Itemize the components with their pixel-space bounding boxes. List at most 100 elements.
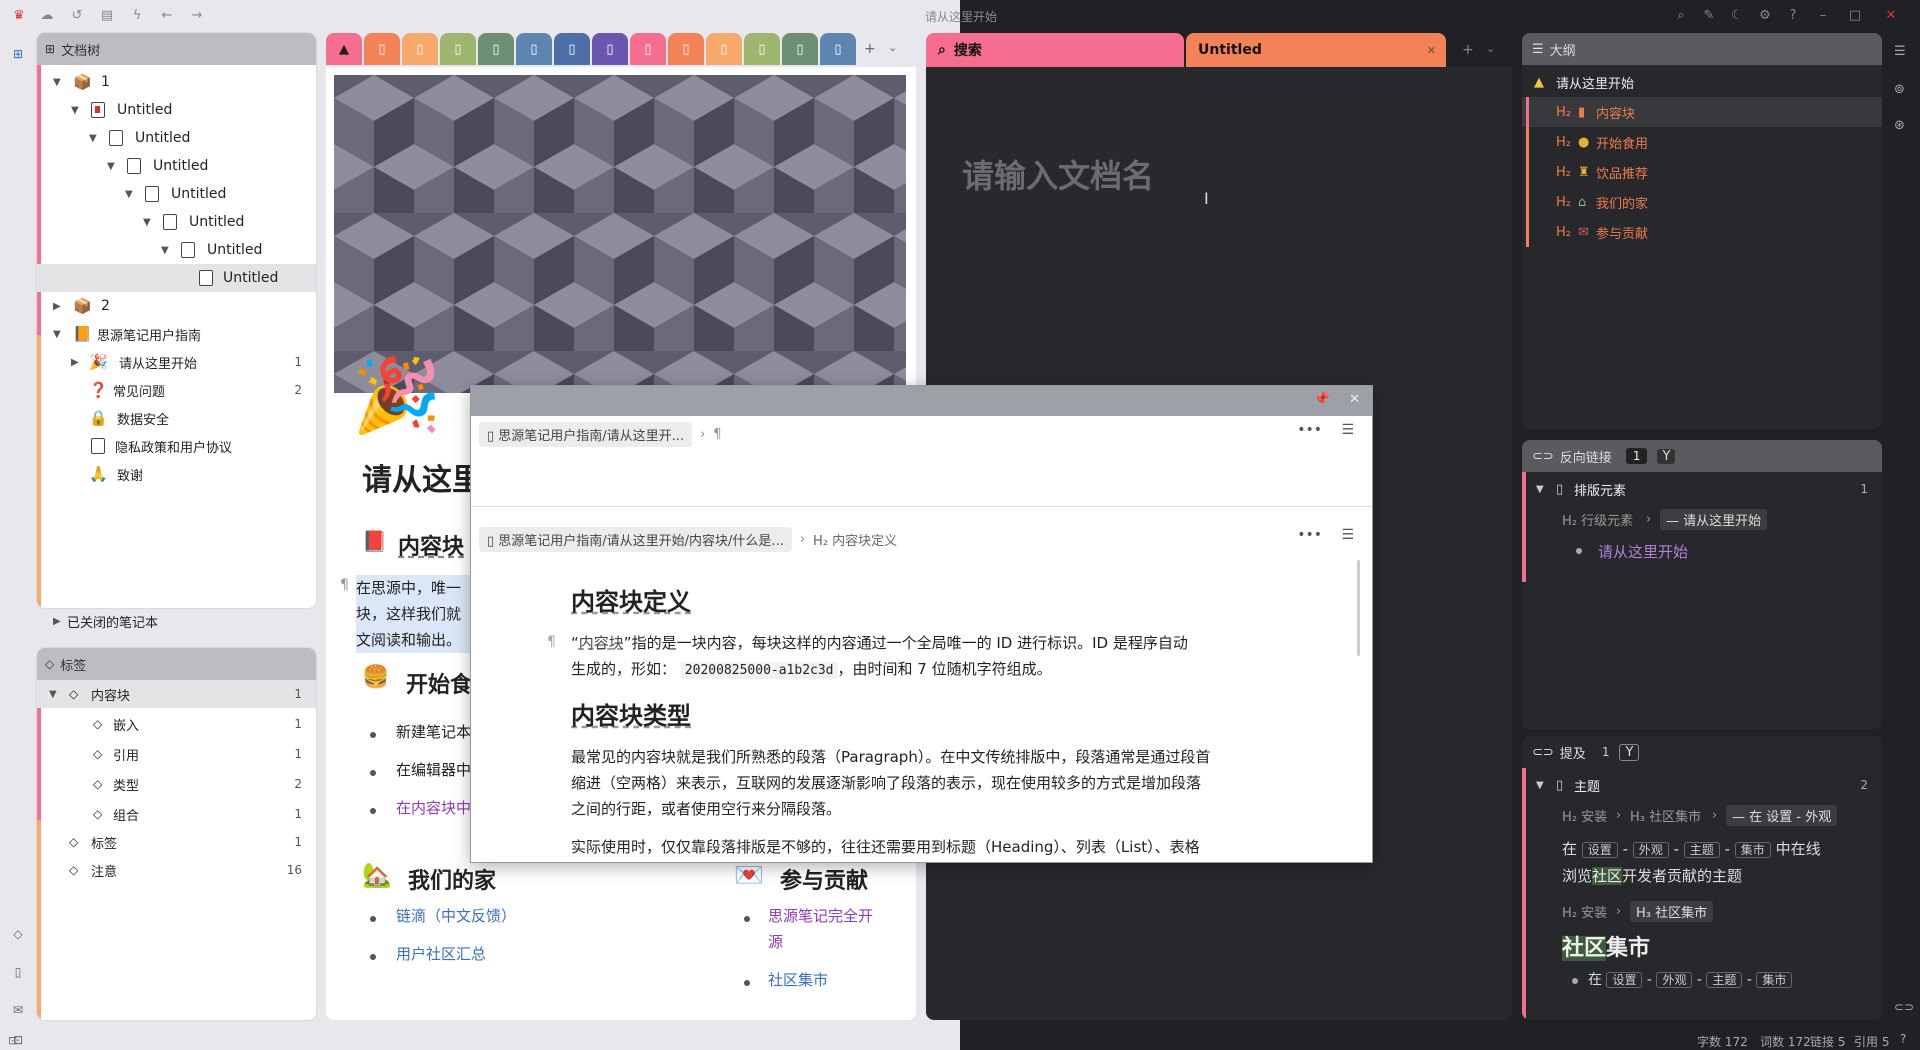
- selected-paragraph[interactable]: 在思源中，唯一 块，这样我们就 文阅读和输出。: [356, 575, 476, 653]
- paragraph-mark-icon[interactable]: ¶: [547, 634, 556, 650]
- tree-row[interactable]: ▼ Untitled: [37, 124, 316, 152]
- crown-icon[interactable]: ♛: [8, 4, 30, 26]
- chevron-down-icon[interactable]: ▼: [125, 189, 133, 200]
- tree-row[interactable]: ▼ Untitled: [37, 180, 316, 208]
- outline-item[interactable]: H₂ ▮ 内容块: [1522, 97, 1882, 127]
- outline-item[interactable]: H₂ ♜ 饮品推荐: [1522, 157, 1882, 187]
- forward-icon[interactable]: →: [186, 4, 208, 26]
- tree-row[interactable]: ▼ 📦 1: [37, 68, 316, 96]
- tree-row-selected[interactable]: Untitled: [37, 264, 316, 292]
- help-icon[interactable]: ?: [1900, 1032, 1906, 1046]
- tree-row[interactable]: ▼ Untitled: [37, 152, 316, 180]
- outline-item[interactable]: H₂ ✉ 参与贡献: [1522, 217, 1882, 247]
- tag-row[interactable]: ▼ ◇ 内容块 1: [37, 680, 316, 708]
- tag-row[interactable]: ◇ 引用 1: [37, 740, 316, 768]
- filetree-dock-icon[interactable]: ⊞: [8, 44, 28, 64]
- maximize-icon[interactable]: □: [1844, 4, 1866, 26]
- tree-row[interactable]: ▼ Untitled: [37, 236, 316, 264]
- tab-document[interactable]: ▯: [630, 33, 666, 65]
- breadcrumb-item[interactable]: ▯ 思源笔记用户指南/请从这里开...: [479, 422, 693, 447]
- contrib-link[interactable]: 社区集市: [768, 967, 828, 993]
- tag-row[interactable]: ◇ 标签 1: [37, 828, 316, 856]
- tab-party[interactable]: ▲: [326, 33, 362, 65]
- filter-icon[interactable]: Y: [1657, 448, 1676, 464]
- tree-row[interactable]: 🙏 致谢: [37, 460, 316, 488]
- minimize-icon[interactable]: –: [1812, 4, 1834, 26]
- backlink-path[interactable]: H₂ 行级元素 › — 请从这里开始: [1522, 504, 1882, 534]
- edit-icon[interactable]: ✎: [1698, 4, 1720, 26]
- bookmark-dock-icon[interactable]: ▯: [8, 962, 28, 982]
- close-icon[interactable]: ✕: [1427, 44, 1436, 57]
- contrib-link[interactable]: 源: [768, 929, 783, 955]
- chevron-down-icon[interactable]: ▼: [161, 245, 169, 256]
- tab-document[interactable]: ▯: [706, 33, 742, 65]
- home-link[interactable]: 用户社区汇总: [396, 941, 486, 967]
- backlink-group[interactable]: ▼ ▯ 排版元素 1: [1522, 474, 1882, 504]
- backlink-item[interactable]: 请从这里开始: [1522, 536, 1882, 566]
- chevron-down-icon[interactable]: ⌄: [888, 41, 897, 54]
- inbox-icon[interactable]: ▤: [96, 4, 118, 26]
- backlink-ref[interactable]: 请从这里开始: [1598, 541, 1688, 562]
- search-icon[interactable]: ⌕: [1670, 4, 1692, 26]
- mention-heading[interactable]: 社区集市: [1562, 930, 1650, 962]
- tree-row[interactable]: 🔒 数据安全: [37, 404, 316, 432]
- chevron-down-icon[interactable]: ▼: [1536, 780, 1544, 791]
- tree-row[interactable]: ❓ 常见问题 2: [37, 376, 316, 404]
- chevron-down-icon[interactable]: ▼: [107, 161, 115, 172]
- tab-document[interactable]: ▯: [478, 33, 514, 65]
- chevron-right-icon[interactable]: ▶: [53, 616, 61, 627]
- global-graph-dock-icon[interactable]: ⊛: [1894, 118, 1905, 133]
- breadcrumb-label[interactable]: H₂ 内容块定义: [813, 530, 897, 549]
- chevron-down-icon[interactable]: ▼: [53, 77, 61, 88]
- tree-row[interactable]: ▼ Untitled: [37, 96, 316, 124]
- tree-row[interactable]: ▼ 📙 思源笔记用户指南: [37, 320, 316, 348]
- chevron-down-icon[interactable]: ▼: [143, 217, 151, 228]
- title-placeholder[interactable]: 请输入文档名: [962, 151, 1154, 197]
- mention-bullet-text[interactable]: 在 设置 - 外观 - 主题 - 集市: [1588, 968, 1793, 992]
- tab-document[interactable]: ▯: [592, 33, 628, 65]
- tab-untitled[interactable]: Untitled ✕: [1186, 33, 1446, 67]
- home-link[interactable]: 链滴（中文反馈）: [396, 903, 516, 929]
- history-icon[interactable]: ↺: [66, 4, 88, 26]
- back-icon[interactable]: ←: [156, 4, 178, 26]
- chevron-down-icon[interactable]: ▼: [89, 133, 97, 144]
- tag-row[interactable]: ◇ 嵌入 1: [37, 710, 316, 738]
- chevron-down-icon[interactable]: ▼: [53, 329, 61, 340]
- tab-document[interactable]: ▯: [402, 33, 438, 65]
- chevron-right-icon[interactable]: ▶: [71, 357, 79, 368]
- mention-group[interactable]: ▼ ▯ 主题 2: [1522, 770, 1882, 800]
- add-tab-icon[interactable]: +: [864, 41, 876, 57]
- tab-document[interactable]: ▯: [744, 33, 780, 65]
- close-icon[interactable]: ✕: [1349, 392, 1360, 407]
- mention-path[interactable]: H₂ 安装 › H₃ 社区集市 › — 在 设置 - 外观: [1522, 800, 1882, 830]
- gear-icon[interactable]: ⚙: [1754, 4, 1776, 26]
- tab-document[interactable]: ▯: [554, 33, 590, 65]
- outline-dock-icon[interactable]: ☰: [1894, 44, 1906, 59]
- tab-document[interactable]: ▯: [782, 33, 818, 65]
- outline-item[interactable]: H₂ ● 开始食用: [1522, 127, 1882, 157]
- inbox-dock-icon[interactable]: ✉: [8, 1000, 28, 1020]
- moon-icon[interactable]: ☾: [1726, 4, 1748, 26]
- closed-notebooks[interactable]: ▶ 已关闭的笔记本: [37, 607, 316, 635]
- mention-text[interactable]: 在 设置 - 外观 - 主题 - 集市 中在线 浏览社区开发者贡献的主题: [1562, 836, 1868, 889]
- tree-row[interactable]: ▶ 📦 2: [37, 292, 316, 320]
- tag-row[interactable]: ◇ 注意 16: [37, 856, 316, 884]
- chevron-down-icon[interactable]: ▼: [49, 689, 57, 700]
- outline-item[interactable]: H₂ ⌂ 我们的家: [1522, 187, 1882, 217]
- tree-row[interactable]: ▼ Untitled: [37, 208, 316, 236]
- tab-search[interactable]: ⌕ 搜索: [926, 33, 1184, 67]
- mention-path[interactable]: H₂ 安装 › H₃ 社区集市: [1522, 896, 1882, 926]
- breadcrumb-item[interactable]: ▯ 思源笔记用户指南/请从这里开始/内容块/什么是...: [479, 527, 792, 552]
- chevron-down-icon[interactable]: ▼: [71, 105, 79, 116]
- outline-root[interactable]: ▲ 请从这里开始: [1522, 67, 1882, 97]
- link-dock-icon[interactable]: ⊂⊃: [1894, 1000, 1914, 1014]
- tag-dock-icon[interactable]: ◇: [8, 924, 28, 944]
- tree-row[interactable]: ▶ 🎉 请从这里开始 1: [37, 348, 316, 376]
- sync-icon[interactable]: ☁: [36, 4, 58, 26]
- pin-icon[interactable]: 📌: [1314, 392, 1330, 407]
- contrib-link[interactable]: 思源笔记完全开: [768, 903, 873, 929]
- tag-row[interactable]: ◇ 组合 1: [37, 800, 316, 828]
- list-item-link[interactable]: 在内容块中: [396, 795, 471, 821]
- chevron-right-icon[interactable]: ▶: [53, 301, 61, 312]
- tab-document[interactable]: ▯: [668, 33, 704, 65]
